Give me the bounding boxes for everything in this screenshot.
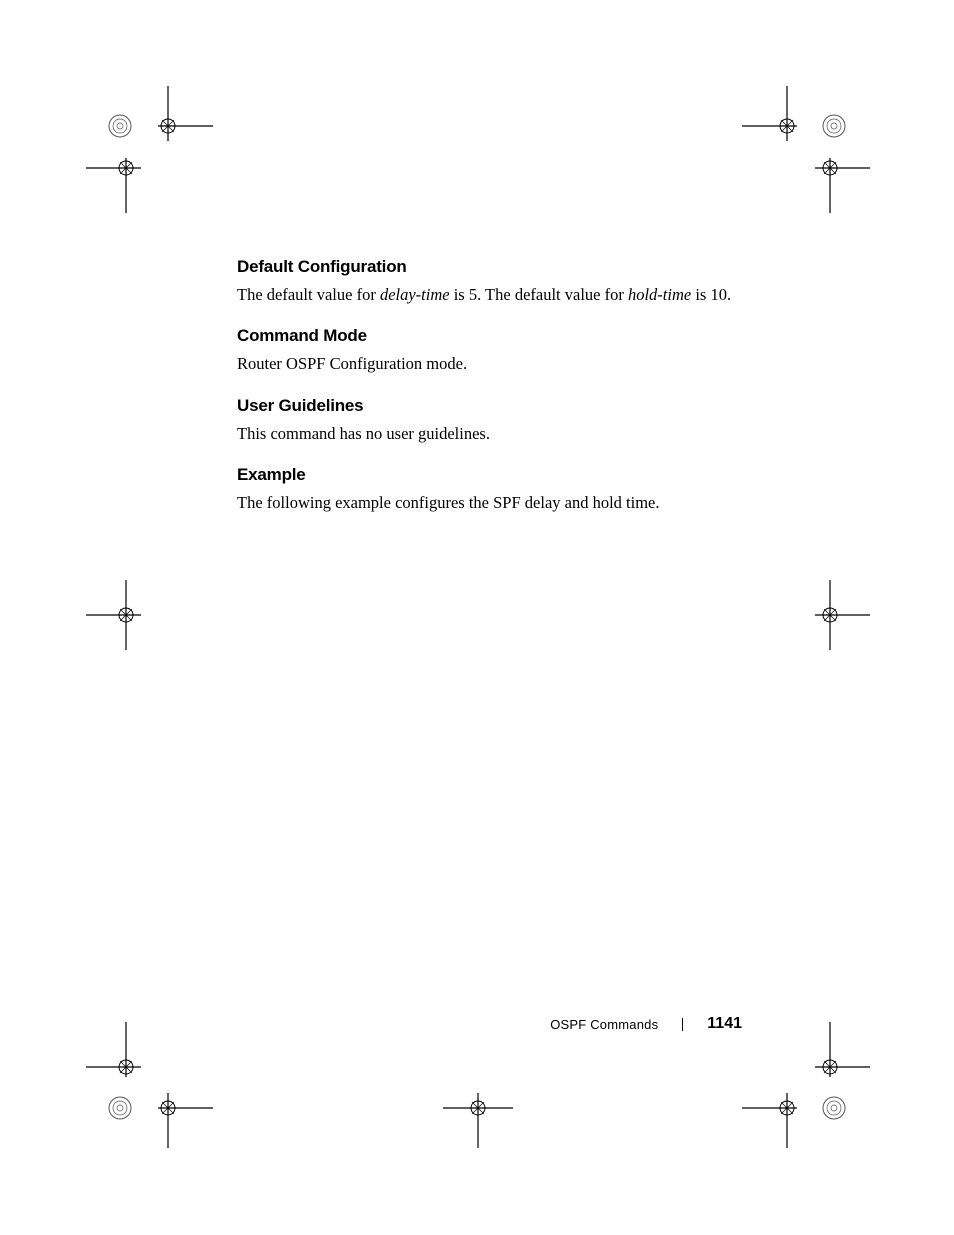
footer-section-title: OSPF Commands <box>550 1017 658 1032</box>
crop-mark-icon <box>108 114 132 138</box>
crop-mark-icon <box>800 580 870 650</box>
page-content: Default Configuration The default value … <box>237 257 742 534</box>
crop-mark-icon <box>143 1078 213 1148</box>
crop-mark-icon <box>86 143 156 213</box>
crop-mark-icon <box>108 1096 132 1120</box>
footer-page-number: 1141 <box>707 1015 742 1033</box>
heading-command-mode: Command Mode <box>237 326 742 346</box>
text-default-configuration: The default value for delay-time is 5. T… <box>237 284 742 306</box>
crop-mark-icon <box>86 580 156 650</box>
heading-example: Example <box>237 465 742 485</box>
crop-mark-icon <box>822 114 846 138</box>
crop-mark-icon <box>742 1078 812 1148</box>
heading-default-configuration: Default Configuration <box>237 257 742 277</box>
term-hold-time: hold-time <box>628 285 691 304</box>
crop-mark-icon <box>443 1078 513 1148</box>
crop-mark-icon <box>800 143 870 213</box>
page-footer: OSPF Commands 1141 <box>550 1015 742 1033</box>
crop-mark-icon <box>822 1096 846 1120</box>
text-fragment: is 10. <box>691 285 731 304</box>
term-delay-time: delay-time <box>380 285 450 304</box>
text-example: The following example configures the SPF… <box>237 492 742 514</box>
text-command-mode: Router OSPF Configuration mode. <box>237 353 742 375</box>
text-fragment: The default value for <box>237 285 380 304</box>
text-fragment: is 5. The default value for <box>450 285 628 304</box>
footer-separator <box>682 1018 683 1031</box>
heading-user-guidelines: User Guidelines <box>237 396 742 416</box>
text-user-guidelines: This command has no user guidelines. <box>237 423 742 445</box>
